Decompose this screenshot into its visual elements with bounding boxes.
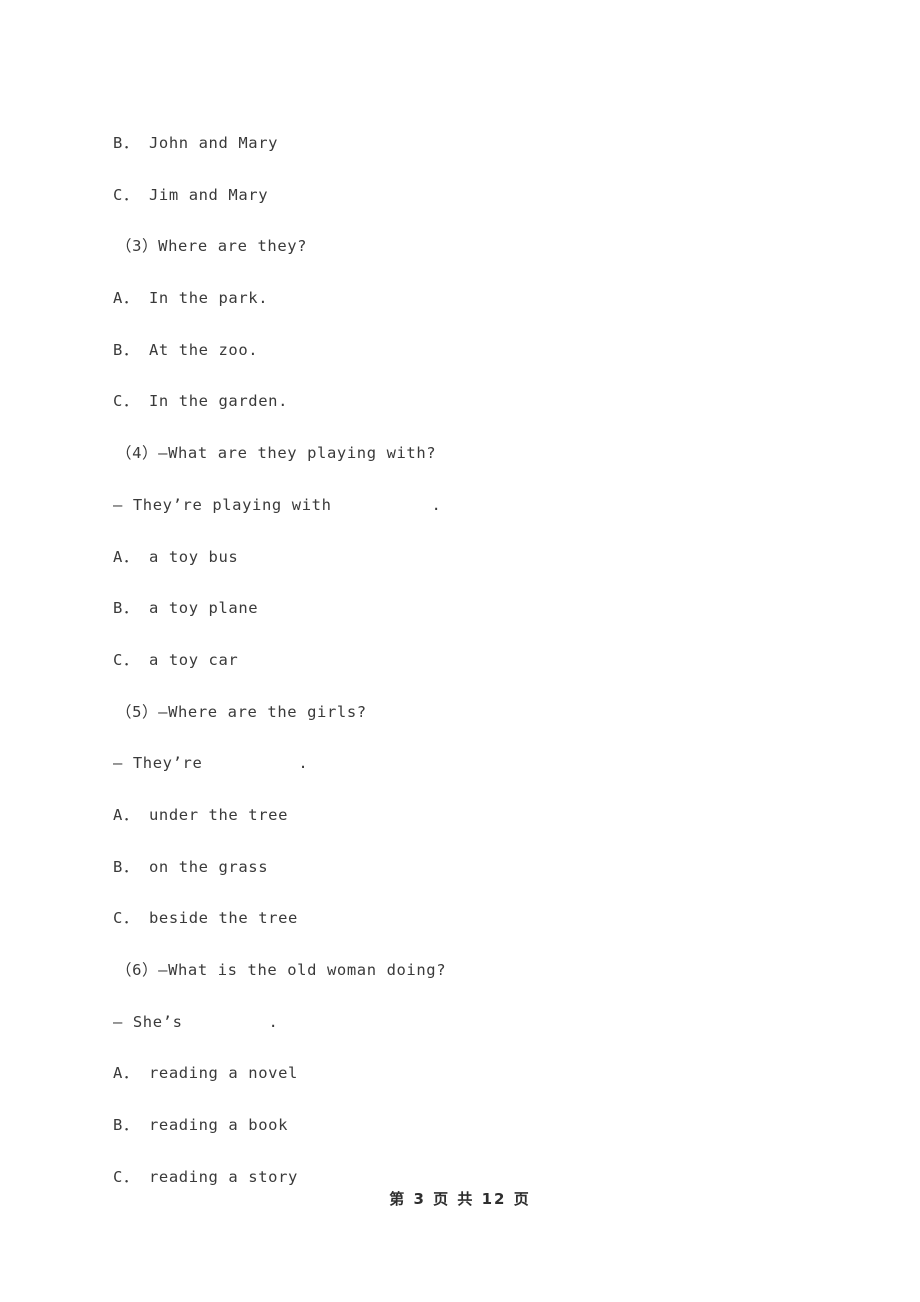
option-item: C． In the garden.: [113, 392, 289, 411]
option-item: C． Jim and Mary: [113, 185, 269, 204]
document-page: B． John and Mary C． Jim and Mary （3）Wher…: [0, 0, 920, 1302]
option-item: B． a toy plane: [113, 599, 259, 618]
page-footer: 第 3 页 共 12 页: [389, 1190, 531, 1208]
question-item: （6）—What is the old woman doing?: [116, 961, 447, 979]
answer-text: — They’re playing with: [113, 495, 332, 514]
option-item: A． a toy bus: [113, 547, 239, 566]
answer-period: .: [431, 495, 442, 514]
option-item: A． reading a novel: [113, 1064, 298, 1083]
option-item: C． beside the tree: [113, 909, 298, 928]
option-item: A． In the park.: [113, 289, 269, 308]
question-content: B． John and Mary C． Jim and Mary （3）Wher…: [113, 118, 813, 1203]
answer-text: — She’s: [113, 1012, 183, 1031]
answer-line: — They’re playing with.: [113, 480, 813, 532]
answer-period: .: [298, 754, 309, 773]
option-item: B． on the grass: [113, 857, 269, 876]
answer-line: — They’re.: [113, 738, 813, 790]
question-item: （3）Where are they?: [116, 237, 308, 256]
answer-period: .: [268, 1012, 279, 1031]
option-item: B． reading a book: [113, 1116, 289, 1135]
question-item: （4）—What are they playing with?: [116, 444, 437, 463]
option-item: C． a toy car: [113, 650, 239, 669]
option-item: B． John and Mary: [113, 134, 279, 152]
answer-text: — They’re: [113, 754, 203, 773]
answer-line: — She’s.: [113, 997, 813, 1049]
question-item: （5）—Where are the girls?: [116, 702, 367, 721]
option-item: A． under the tree: [113, 805, 289, 824]
option-item: B． At the zoo.: [113, 340, 259, 359]
